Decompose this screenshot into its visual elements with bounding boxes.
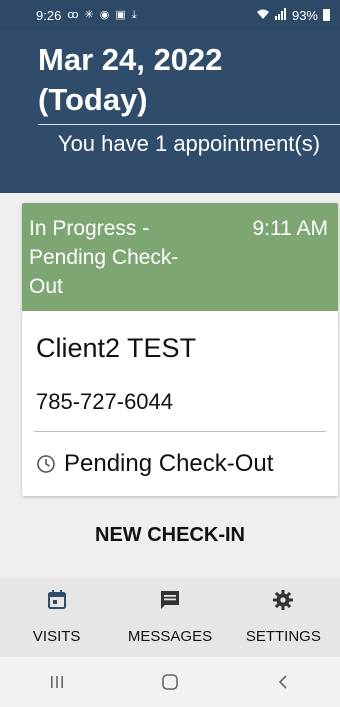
back-button[interactable] [263,667,303,697]
nav-messages[interactable]: MESSAGES [113,577,226,657]
home-button[interactable] [150,667,190,697]
appointment-time: 9:11 AM [252,217,329,240]
pending-checkout-label: Pending Check-Out [64,450,274,477]
home-icon [162,674,178,690]
app-screen: 9:26 ꝏ ✳ ◉ ▣ ⤓ 93% Mar 24, 2022 (Today) … [0,0,340,707]
header: Mar 24, 2022 (Today) You have 1 appointm… [0,30,340,193]
page-title: Mar 24, 2022 (Today) [38,42,223,117]
nav-settings[interactable]: SETTINGS [227,577,340,657]
image-icon: ▣ [115,8,126,21]
nav-messages-label: MESSAGES [127,628,213,645]
status-left: 9:26 ꝏ ✳ ◉ ▣ ⤓ [36,8,137,23]
bottom-nav: VISITS MESSAGES SETTINGS [0,577,340,657]
pinwheel-icon: ✳ [84,8,94,21]
status-right: 93% [256,7,330,23]
sync-icon: ◉ [99,8,110,21]
message-icon [160,591,179,609]
nav-settings-label: SETTINGS [245,628,321,645]
appointment-card[interactable]: In Progress - Pending Check-Out 9:11 AM … [22,203,338,496]
recent-apps-button[interactable] [37,667,77,697]
wifi-icon [256,8,270,23]
client-name: Client2 TEST [36,333,197,363]
status-bar: 9:26 ꝏ ✳ ◉ ▣ ⤓ 93% [0,0,340,30]
appointment-status-text: In Progress - Pending Check-Out [29,217,179,298]
system-nav-bar [0,657,340,707]
appointment-summary: You have 1 appointment(s) [57,131,321,156]
status-time: 9:26 [36,7,62,23]
pending-checkout-row: Pending Check-Out [36,447,273,481]
back-icon [279,675,287,689]
signal-icon [274,7,287,23]
appointment-status-banner: In Progress - Pending Check-Out 9:11 AM [22,203,338,311]
battery-icon [323,9,330,21]
clock-icon [37,455,55,473]
new-checkin-button[interactable]: NEW CHECK-IN [0,515,340,555]
voicemail-icon: ꝏ [67,8,79,21]
calendar-icon [47,590,66,609]
client-phone[interactable]: 785-727-6044 [36,387,173,417]
recent-apps-icon [50,676,63,688]
card-divider [34,431,326,432]
nav-visits-label: VISITS [32,628,81,645]
nav-visits[interactable]: VISITS [0,577,113,657]
download-icon: ⤓ [131,8,137,21]
header-divider [38,124,340,125]
gear-icon [273,590,294,610]
battery-percent: 93% [291,7,318,23]
